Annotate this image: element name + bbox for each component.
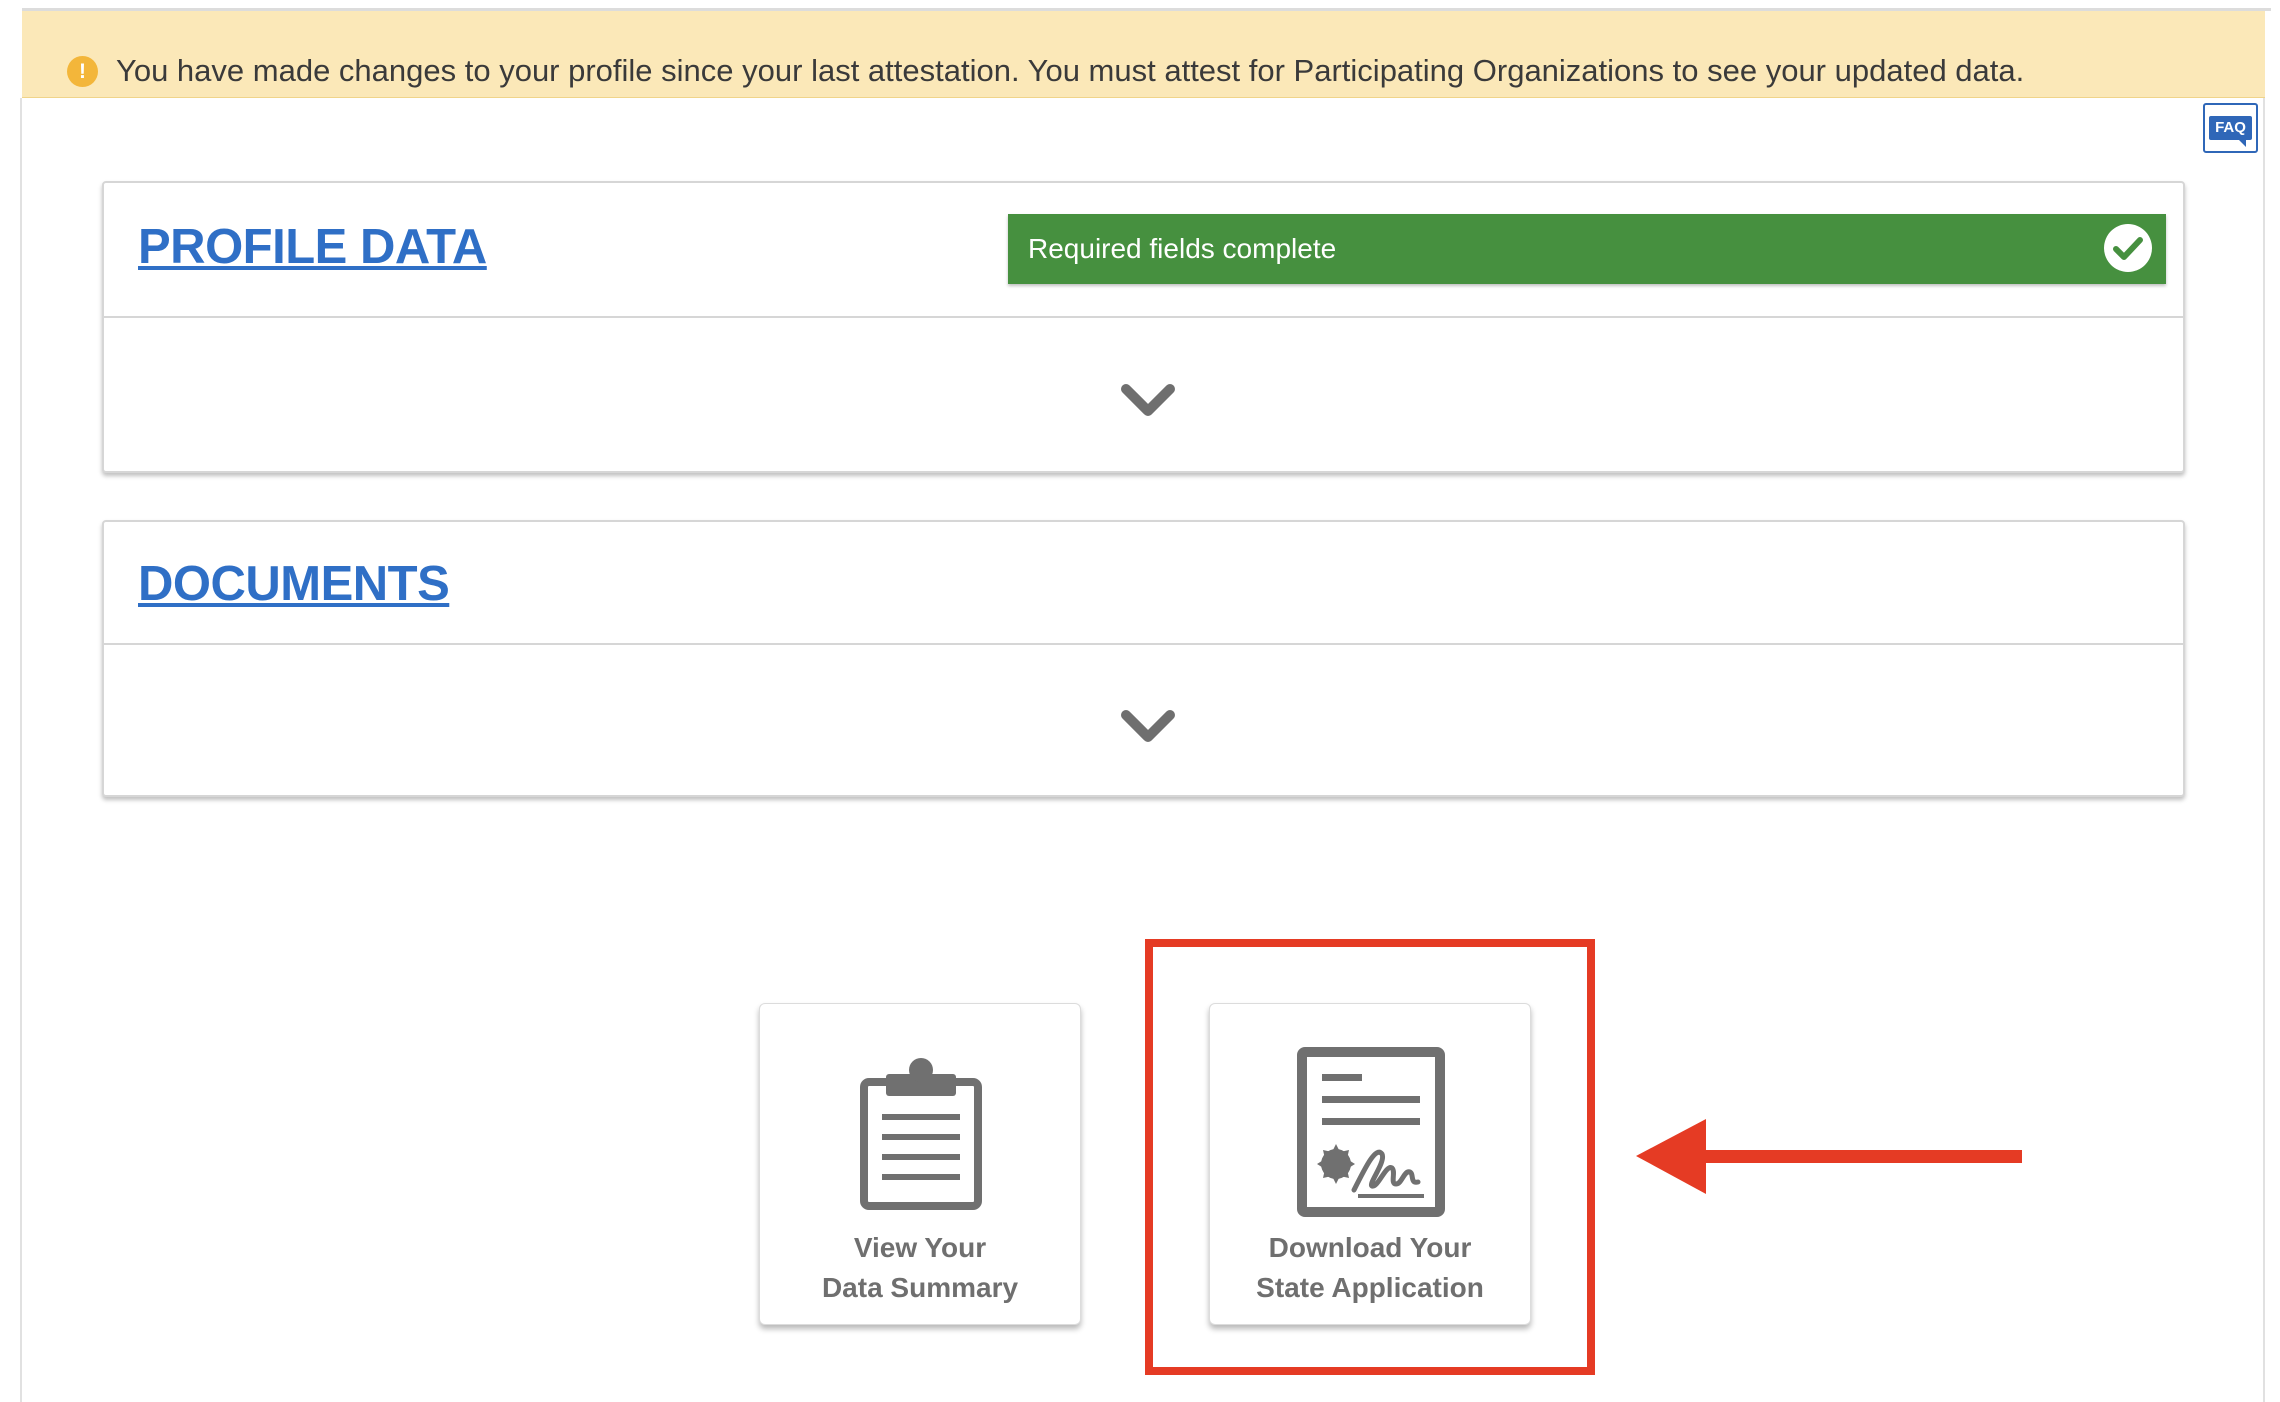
exclamation-circle-icon: ! [67, 56, 98, 87]
content-frame-left-border [20, 98, 22, 1402]
faq-button[interactable]: FAQ [2203, 103, 2258, 153]
profile-data-title-link[interactable]: PROFILE DATA [138, 219, 487, 275]
required-fields-status-badge: Required fields complete [1008, 214, 2166, 284]
documents-expand-chevron-down-icon[interactable] [1118, 707, 1178, 747]
content-frame-right-border [2263, 98, 2265, 1402]
profile-data-panel: PROFILE DATA Required fields complete [102, 181, 2185, 473]
status-text: Required fields complete [1028, 233, 1337, 264]
arrow-left-icon [1636, 1119, 2022, 1194]
view-data-summary-label: View Your Data Summary [821, 1232, 1019, 1303]
highlight-box [1145, 939, 1595, 1375]
checkmark-circle-icon [2104, 224, 2152, 272]
profile-changed-alert: ! You have made changes to your profile … [22, 11, 2265, 98]
documents-title-link[interactable]: DOCUMENTS [138, 556, 450, 612]
alert-message: You have made changes to your profile si… [116, 53, 2025, 88]
clipboard-icon [860, 1058, 982, 1210]
documents-panel: DOCUMENTS [102, 520, 2185, 797]
profile-data-panel-header: PROFILE DATA Required fields complete [104, 183, 2183, 318]
documents-panel-header: DOCUMENTS [104, 522, 2183, 645]
profile-data-expand-chevron-down-icon[interactable] [1118, 381, 1178, 421]
view-data-summary-tile[interactable]: View Your Data Summary [759, 1003, 1081, 1325]
faq-icon: FAQ [2209, 116, 2252, 147]
